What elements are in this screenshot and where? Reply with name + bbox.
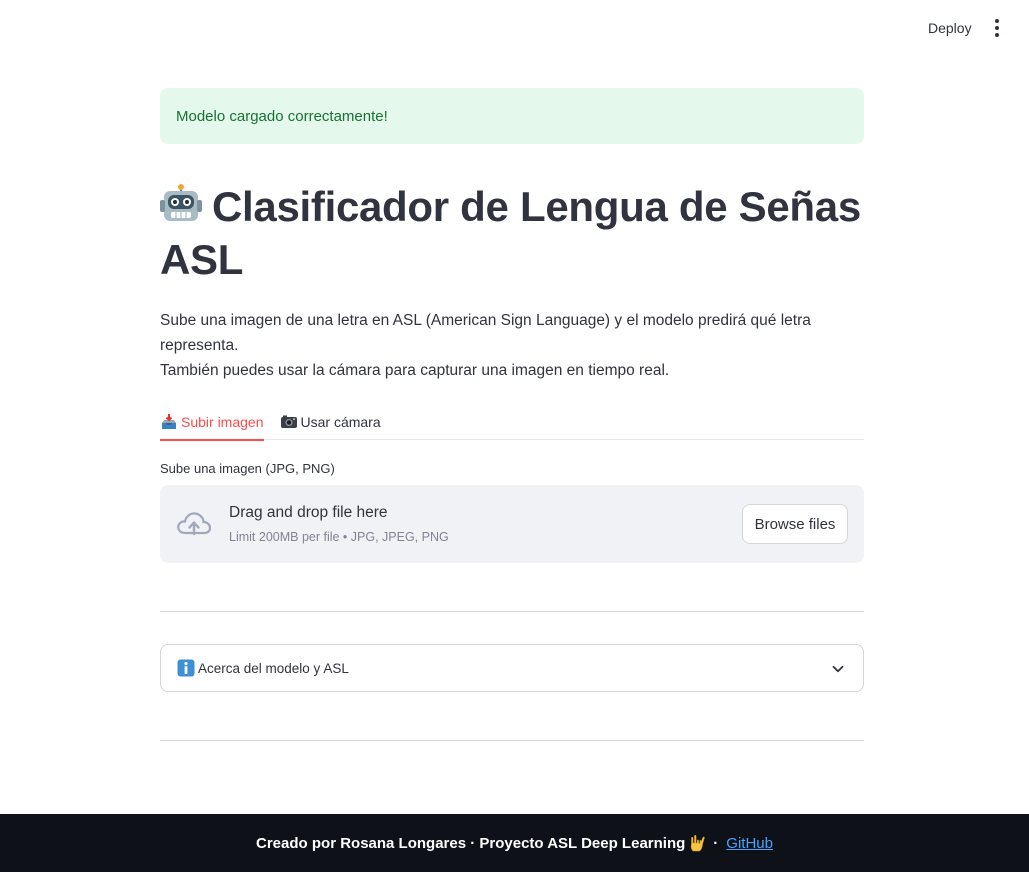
chevron-down-icon [832, 665, 844, 673]
tab-subir-imagen[interactable]: Subir imagen [160, 407, 264, 441]
browse-files-button[interactable]: Browse files [742, 504, 848, 544]
main-content: Modelo cargado correctamente! Clasificad… [160, 88, 864, 741]
page-footer: Creado por Rosana Longares · Proyecto AS… [0, 814, 1029, 872]
cloud-upload-icon [177, 512, 212, 536]
deploy-button[interactable]: Deploy [918, 17, 982, 39]
footer-credit: Creado por Rosana Longares · Proyecto AS… [256, 834, 686, 852]
tab-bar: Subir imagen Usar cámara [160, 407, 864, 441]
success-alert-message: Modelo cargado correctamente! [176, 107, 388, 125]
page-title: Clasificador de Lengua de Señas ASL [160, 180, 864, 286]
description-line-1: Sube una imagen de una letra en ASL (Ame… [160, 312, 811, 354]
success-alert: Modelo cargado correctamente! [160, 88, 864, 144]
inbox-tray-icon [162, 414, 176, 429]
tab-label: Usar cámara [300, 414, 381, 430]
uploader-label: Sube una imagen (JPG, PNG) [160, 461, 335, 476]
love-you-gesture-icon [691, 834, 705, 852]
information-icon [177, 659, 195, 677]
expander-label: Acerca del modelo y ASL [198, 660, 349, 676]
page-title-text: Clasificador de Lengua de Señas ASL [160, 183, 861, 283]
divider [160, 740, 864, 741]
divider [160, 611, 864, 612]
file-dropzone[interactable]: Drag and drop file here Limit 200MB per … [160, 485, 864, 563]
top-toolbar: Deploy [0, 0, 1029, 56]
about-expander[interactable]: Acerca del modelo y ASL [160, 644, 864, 692]
dropzone-title: Drag and drop file here [229, 504, 388, 521]
camera-icon [280, 415, 297, 428]
footer-separator: · [713, 834, 719, 852]
kebab-menu-icon[interactable] [984, 16, 1010, 40]
page-description: Sube una imagen de una letra en ASL (Ame… [160, 308, 864, 383]
tab-label: Subir imagen [181, 414, 264, 430]
tab-usar-camara[interactable]: Usar cámara [280, 407, 381, 440]
robot-icon [160, 184, 202, 221]
dropzone-limit: Limit 200MB per file • JPG, JPEG, PNG [229, 530, 449, 544]
github-link[interactable]: GitHub [726, 835, 773, 852]
description-line-2: También puedes usar la cámara para captu… [160, 362, 670, 379]
